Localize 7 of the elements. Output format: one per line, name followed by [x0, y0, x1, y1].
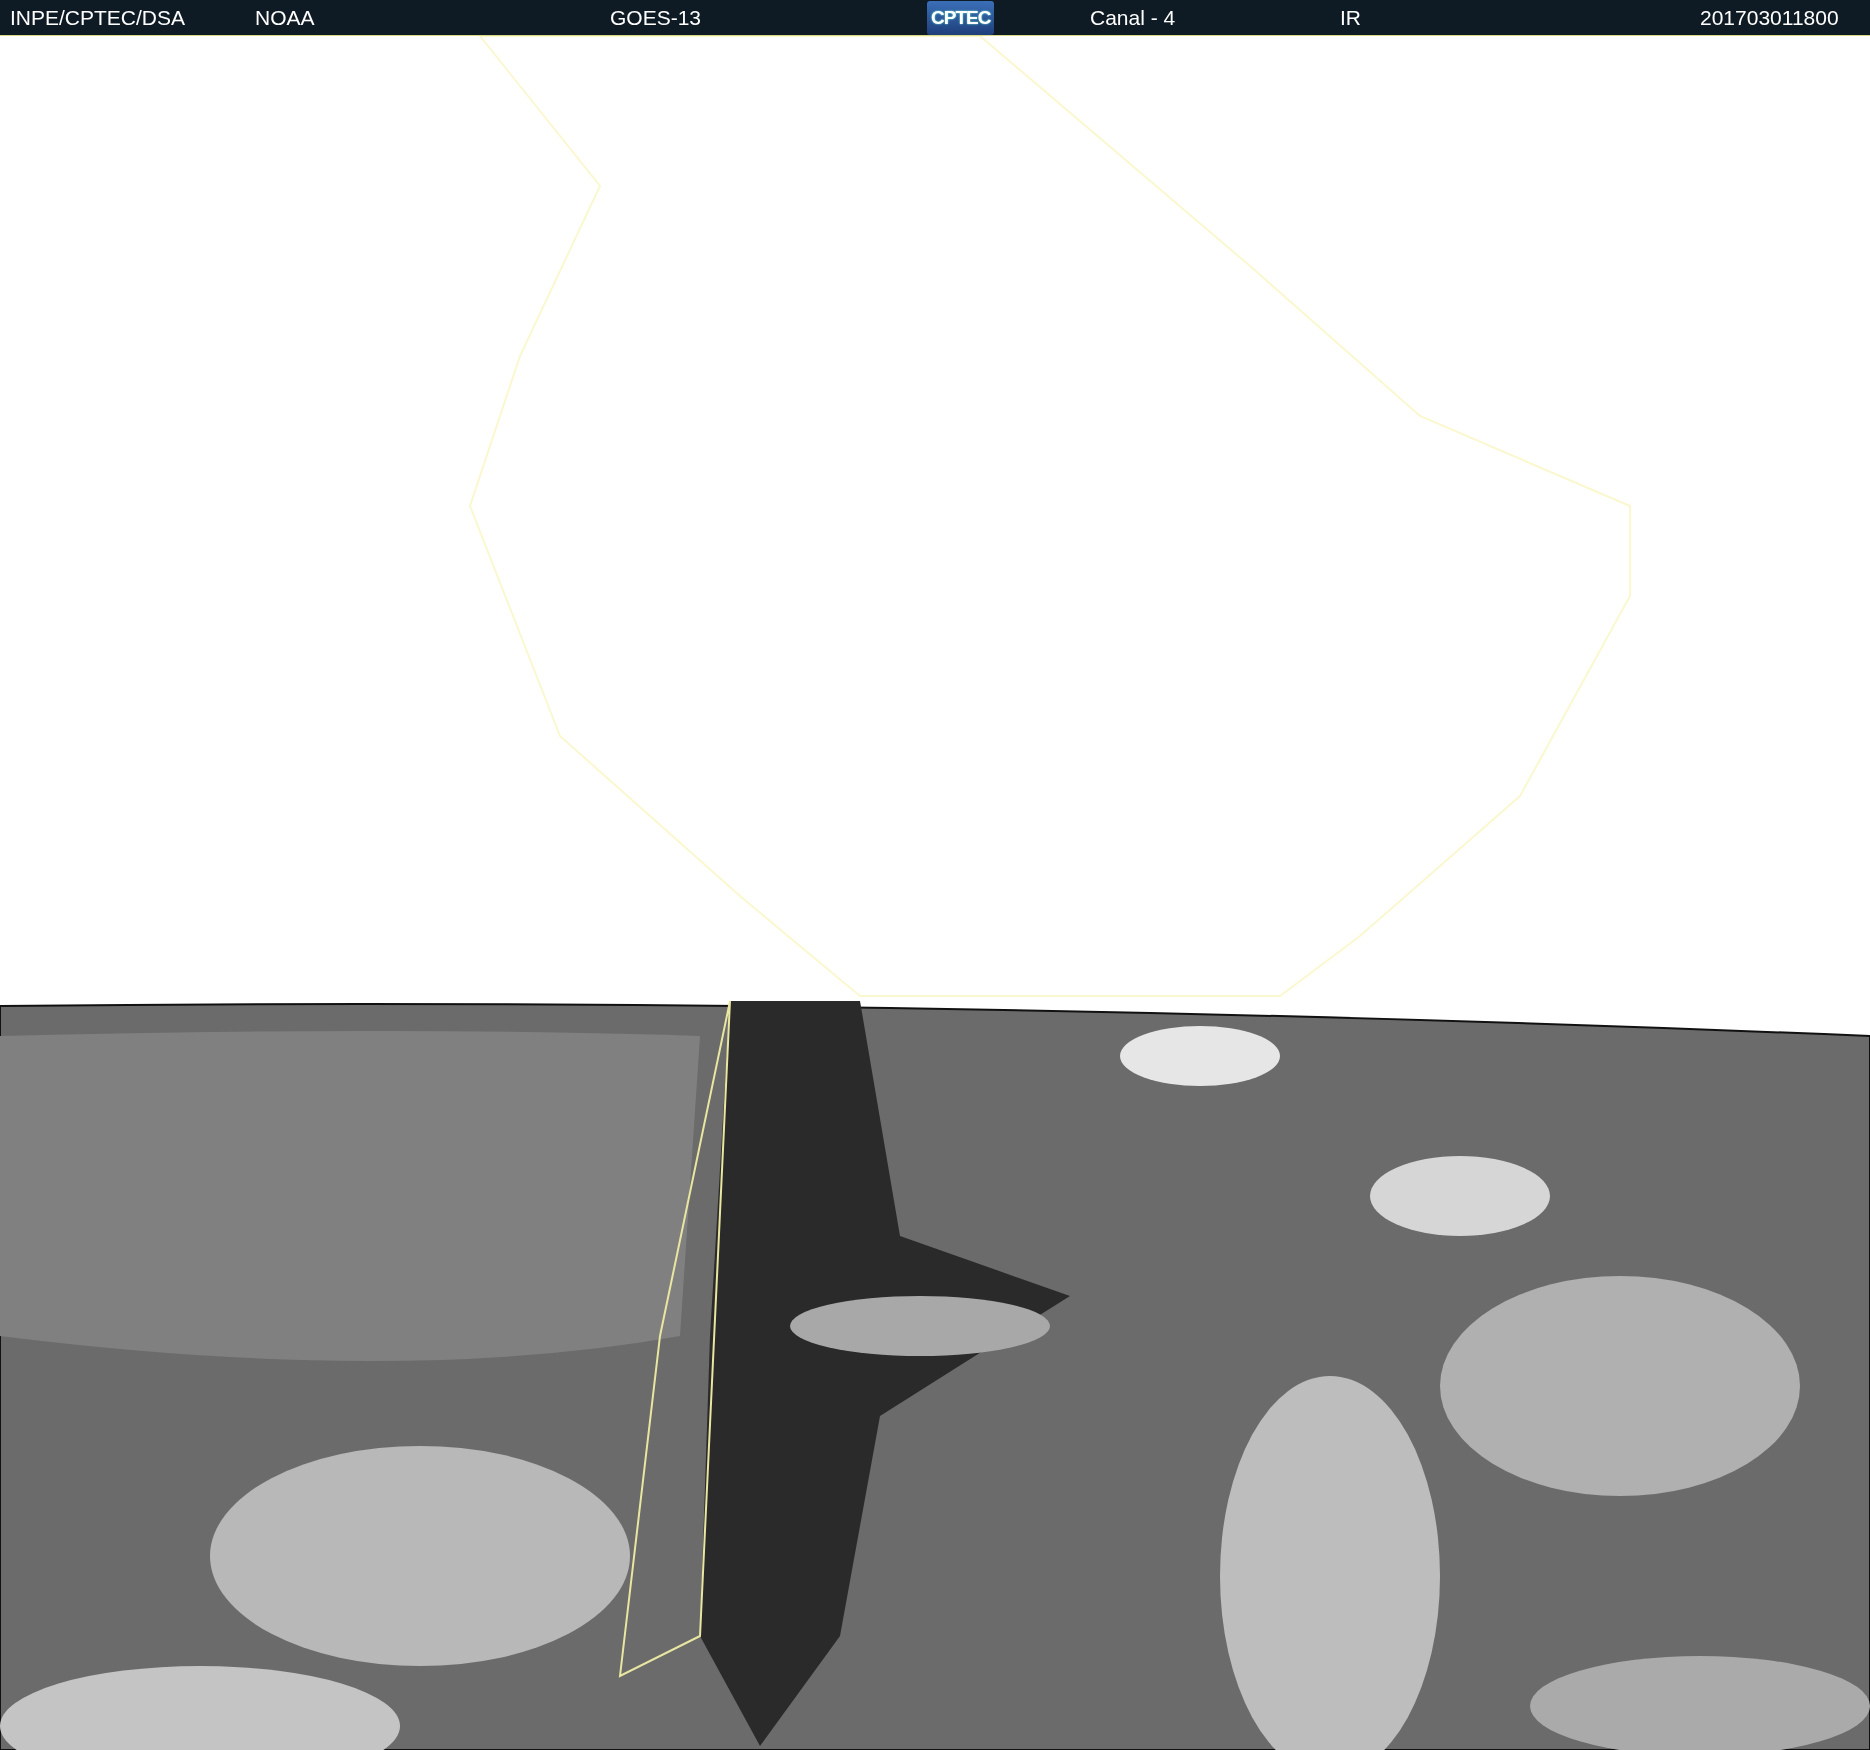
header-label: GOES-13: [610, 5, 702, 30]
header-label: INPE/CPTEC/DSA: [10, 5, 186, 30]
header-label: IR: [1340, 5, 1361, 30]
header-label: NOAA: [255, 5, 315, 30]
logo: CPTEC: [927, 0, 995, 35]
header-label: Canal - 4: [1090, 5, 1176, 30]
header-label: 201703011800: [1700, 5, 1839, 30]
